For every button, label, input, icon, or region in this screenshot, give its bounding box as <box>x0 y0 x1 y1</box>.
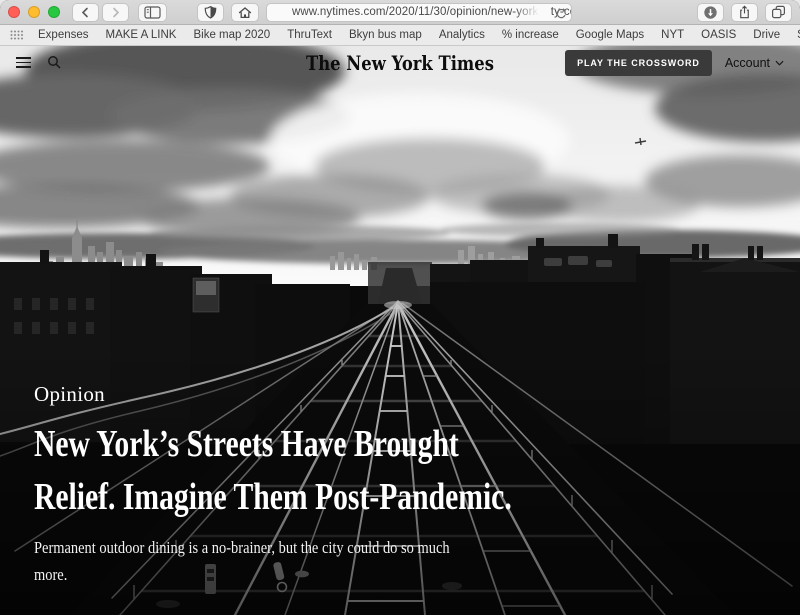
favorites-grid-icon[interactable] <box>10 30 24 40</box>
bookmarks-bar: Expenses MAKE A LINK Bike map 2020 ThruText… <box>0 25 800 46</box>
tab-overview-button[interactable] <box>765 3 792 22</box>
page-content: The New York Times PLAY THE CROSSWORD Ac… <box>0 46 800 615</box>
section-kicker[interactable]: Opinion <box>34 382 647 407</box>
forward-button[interactable] <box>102 3 129 22</box>
shield-icon <box>203 5 218 20</box>
reload-icon <box>554 7 567 20</box>
back-button[interactable] <box>72 3 99 22</box>
bookmark-item[interactable]: Bike map 2020 <box>193 29 270 41</box>
sidebar-icon <box>144 6 161 19</box>
tabs-icon <box>771 5 786 19</box>
account-menu[interactable]: Account <box>725 56 784 70</box>
reload-button[interactable] <box>554 7 567 22</box>
address-bar[interactable]: www.nytimes.com/2020/11/30/opinion/new-y… <box>266 3 572 22</box>
bookmark-item[interactable]: % increase <box>502 29 559 41</box>
home-button[interactable] <box>231 3 259 22</box>
minimize-window-button[interactable] <box>28 6 40 18</box>
traffic-lights <box>8 6 60 18</box>
sidebar-toggle-button[interactable] <box>138 3 167 22</box>
privacy-report-button[interactable] <box>197 3 224 22</box>
article-hero-text: Opinion New York’s Streets Have Brought … <box>34 382 647 588</box>
play-crossword-button[interactable]: PLAY THE CROSSWORD <box>565 50 712 76</box>
bookmark-item[interactable]: OASIS <box>701 29 736 41</box>
search-button[interactable] <box>47 55 62 70</box>
search-icon <box>47 55 62 70</box>
bookmark-item[interactable]: Drive <box>753 29 780 41</box>
bookmark-item[interactable]: Analytics <box>439 29 485 41</box>
chevron-down-icon <box>775 60 784 66</box>
url-fade <box>514 5 550 20</box>
bookmark-item[interactable]: MAKE A LINK <box>106 29 177 41</box>
browser-toolbar: www.nytimes.com/2020/11/30/opinion/new-y… <box>0 0 800 25</box>
menu-button[interactable] <box>16 57 31 67</box>
share-icon <box>737 4 752 20</box>
article-headline: New York’s Streets Have Brought Relief. … <box>34 418 647 524</box>
close-window-button[interactable] <box>8 6 20 18</box>
chevron-right-icon <box>110 7 121 18</box>
bookmark-item[interactable]: Google Maps <box>576 29 644 41</box>
site-header: The New York Times PLAY THE CROSSWORD Ac… <box>0 46 800 79</box>
distant-el-structure <box>368 262 432 306</box>
bookmark-item[interactable]: Expenses <box>38 29 89 41</box>
download-icon <box>703 5 718 20</box>
chevron-left-icon <box>80 7 91 18</box>
bookmark-item[interactable]: Bkyn bus map <box>349 29 422 41</box>
home-icon <box>237 5 253 20</box>
bookmark-item[interactable]: ThruText <box>287 29 332 41</box>
zoom-window-button[interactable] <box>48 6 60 18</box>
nyt-logo[interactable]: The New York Times <box>285 51 514 75</box>
downloads-button[interactable] <box>697 3 724 22</box>
account-label: Account <box>725 56 770 70</box>
share-button[interactable] <box>731 3 758 22</box>
bookmark-item[interactable]: NYT <box>661 29 684 41</box>
article-dek: Permanent outdoor dining is a no-brainer… <box>34 534 647 588</box>
safari-window: www.nytimes.com/2020/11/30/opinion/new-y… <box>0 0 800 615</box>
